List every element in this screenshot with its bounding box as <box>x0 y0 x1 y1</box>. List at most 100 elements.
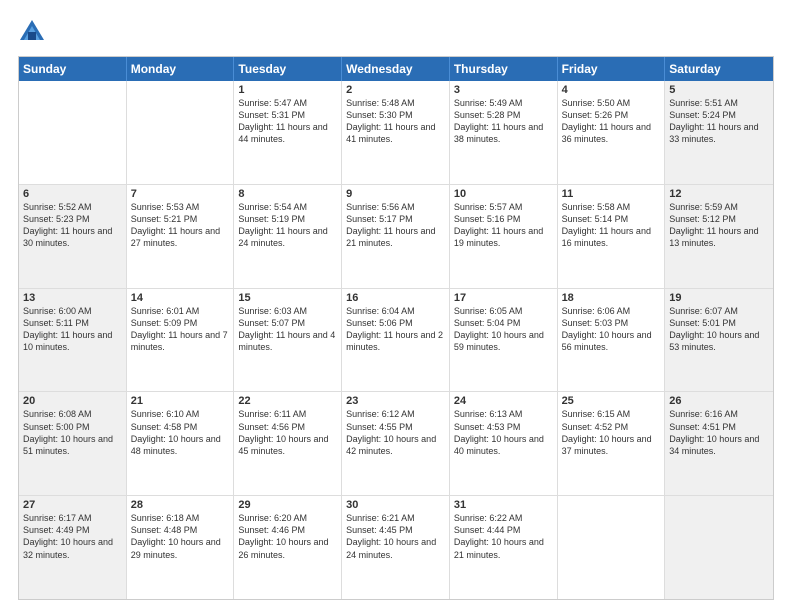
calendar-cell: 27Sunrise: 6:17 AMSunset: 4:49 PMDayligh… <box>19 496 127 599</box>
cell-info: Sunrise: 5:48 AMSunset: 5:30 PMDaylight:… <box>346 97 445 146</box>
day-number: 3 <box>454 84 553 96</box>
day-number: 16 <box>346 292 445 304</box>
calendar-row: 6Sunrise: 5:52 AMSunset: 5:23 PMDaylight… <box>19 184 773 288</box>
logo-icon <box>18 18 46 46</box>
day-number: 19 <box>669 292 769 304</box>
header <box>18 18 774 46</box>
cell-info: Sunrise: 6:08 AMSunset: 5:00 PMDaylight:… <box>23 408 122 457</box>
calendar-cell: 17Sunrise: 6:05 AMSunset: 5:04 PMDayligh… <box>450 289 558 392</box>
calendar-cell: 29Sunrise: 6:20 AMSunset: 4:46 PMDayligh… <box>234 496 342 599</box>
calendar-cell: 8Sunrise: 5:54 AMSunset: 5:19 PMDaylight… <box>234 185 342 288</box>
calendar-cell: 23Sunrise: 6:12 AMSunset: 4:55 PMDayligh… <box>342 392 450 495</box>
calendar-cell: 9Sunrise: 5:56 AMSunset: 5:17 PMDaylight… <box>342 185 450 288</box>
day-number: 28 <box>131 499 230 511</box>
cell-info: Sunrise: 6:22 AMSunset: 4:44 PMDaylight:… <box>454 512 553 561</box>
cell-info: Sunrise: 5:47 AMSunset: 5:31 PMDaylight:… <box>238 97 337 146</box>
header-day-monday: Monday <box>127 57 235 81</box>
calendar-cell: 5Sunrise: 5:51 AMSunset: 5:24 PMDaylight… <box>665 81 773 184</box>
cell-info: Sunrise: 6:11 AMSunset: 4:56 PMDaylight:… <box>238 408 337 457</box>
day-number: 31 <box>454 499 553 511</box>
day-number: 21 <box>131 395 230 407</box>
calendar-cell: 11Sunrise: 5:58 AMSunset: 5:14 PMDayligh… <box>558 185 666 288</box>
cell-info: Sunrise: 6:07 AMSunset: 5:01 PMDaylight:… <box>669 305 769 354</box>
day-number: 17 <box>454 292 553 304</box>
day-number: 24 <box>454 395 553 407</box>
day-number: 25 <box>562 395 661 407</box>
calendar-body: 1Sunrise: 5:47 AMSunset: 5:31 PMDaylight… <box>19 81 773 599</box>
calendar-cell <box>127 81 235 184</box>
calendar-cell: 28Sunrise: 6:18 AMSunset: 4:48 PMDayligh… <box>127 496 235 599</box>
day-number: 2 <box>346 84 445 96</box>
calendar-row: 13Sunrise: 6:00 AMSunset: 5:11 PMDayligh… <box>19 288 773 392</box>
day-number: 30 <box>346 499 445 511</box>
cell-info: Sunrise: 5:54 AMSunset: 5:19 PMDaylight:… <box>238 201 337 250</box>
header-day-sunday: Sunday <box>19 57 127 81</box>
calendar-row: 20Sunrise: 6:08 AMSunset: 5:00 PMDayligh… <box>19 391 773 495</box>
day-number: 11 <box>562 188 661 200</box>
calendar-cell: 30Sunrise: 6:21 AMSunset: 4:45 PMDayligh… <box>342 496 450 599</box>
cell-info: Sunrise: 5:57 AMSunset: 5:16 PMDaylight:… <box>454 201 553 250</box>
cell-info: Sunrise: 6:04 AMSunset: 5:06 PMDaylight:… <box>346 305 445 354</box>
calendar-row: 1Sunrise: 5:47 AMSunset: 5:31 PMDaylight… <box>19 81 773 184</box>
calendar: SundayMondayTuesdayWednesdayThursdayFrid… <box>18 56 774 600</box>
day-number: 27 <box>23 499 122 511</box>
cell-info: Sunrise: 6:18 AMSunset: 4:48 PMDaylight:… <box>131 512 230 561</box>
calendar-cell: 14Sunrise: 6:01 AMSunset: 5:09 PMDayligh… <box>127 289 235 392</box>
calendar-cell: 21Sunrise: 6:10 AMSunset: 4:58 PMDayligh… <box>127 392 235 495</box>
cell-info: Sunrise: 6:17 AMSunset: 4:49 PMDaylight:… <box>23 512 122 561</box>
page: SundayMondayTuesdayWednesdayThursdayFrid… <box>0 0 792 612</box>
calendar-cell: 4Sunrise: 5:50 AMSunset: 5:26 PMDaylight… <box>558 81 666 184</box>
header-day-saturday: Saturday <box>665 57 773 81</box>
calendar-cell: 31Sunrise: 6:22 AMSunset: 4:44 PMDayligh… <box>450 496 558 599</box>
calendar-cell: 24Sunrise: 6:13 AMSunset: 4:53 PMDayligh… <box>450 392 558 495</box>
cell-info: Sunrise: 5:53 AMSunset: 5:21 PMDaylight:… <box>131 201 230 250</box>
header-day-thursday: Thursday <box>450 57 558 81</box>
calendar-cell: 13Sunrise: 6:00 AMSunset: 5:11 PMDayligh… <box>19 289 127 392</box>
day-number: 5 <box>669 84 769 96</box>
day-number: 4 <box>562 84 661 96</box>
day-number: 7 <box>131 188 230 200</box>
calendar-cell: 19Sunrise: 6:07 AMSunset: 5:01 PMDayligh… <box>665 289 773 392</box>
day-number: 13 <box>23 292 122 304</box>
cell-info: Sunrise: 5:49 AMSunset: 5:28 PMDaylight:… <box>454 97 553 146</box>
logo <box>18 18 48 46</box>
day-number: 12 <box>669 188 769 200</box>
cell-info: Sunrise: 6:13 AMSunset: 4:53 PMDaylight:… <box>454 408 553 457</box>
cell-info: Sunrise: 6:06 AMSunset: 5:03 PMDaylight:… <box>562 305 661 354</box>
day-number: 15 <box>238 292 337 304</box>
day-number: 20 <box>23 395 122 407</box>
cell-info: Sunrise: 6:21 AMSunset: 4:45 PMDaylight:… <box>346 512 445 561</box>
day-number: 9 <box>346 188 445 200</box>
calendar-cell: 3Sunrise: 5:49 AMSunset: 5:28 PMDaylight… <box>450 81 558 184</box>
calendar-cell: 2Sunrise: 5:48 AMSunset: 5:30 PMDaylight… <box>342 81 450 184</box>
cell-info: Sunrise: 5:50 AMSunset: 5:26 PMDaylight:… <box>562 97 661 146</box>
calendar-cell: 18Sunrise: 6:06 AMSunset: 5:03 PMDayligh… <box>558 289 666 392</box>
calendar-cell: 15Sunrise: 6:03 AMSunset: 5:07 PMDayligh… <box>234 289 342 392</box>
day-number: 18 <box>562 292 661 304</box>
calendar-cell <box>665 496 773 599</box>
day-number: 1 <box>238 84 337 96</box>
cell-info: Sunrise: 6:12 AMSunset: 4:55 PMDaylight:… <box>346 408 445 457</box>
day-number: 23 <box>346 395 445 407</box>
day-number: 29 <box>238 499 337 511</box>
calendar-cell: 16Sunrise: 6:04 AMSunset: 5:06 PMDayligh… <box>342 289 450 392</box>
cell-info: Sunrise: 6:05 AMSunset: 5:04 PMDaylight:… <box>454 305 553 354</box>
cell-info: Sunrise: 5:58 AMSunset: 5:14 PMDaylight:… <box>562 201 661 250</box>
cell-info: Sunrise: 6:20 AMSunset: 4:46 PMDaylight:… <box>238 512 337 561</box>
calendar-cell: 20Sunrise: 6:08 AMSunset: 5:00 PMDayligh… <box>19 392 127 495</box>
day-number: 26 <box>669 395 769 407</box>
cell-info: Sunrise: 6:00 AMSunset: 5:11 PMDaylight:… <box>23 305 122 354</box>
calendar-cell: 10Sunrise: 5:57 AMSunset: 5:16 PMDayligh… <box>450 185 558 288</box>
day-number: 22 <box>238 395 337 407</box>
cell-info: Sunrise: 6:16 AMSunset: 4:51 PMDaylight:… <box>669 408 769 457</box>
day-number: 8 <box>238 188 337 200</box>
cell-info: Sunrise: 6:15 AMSunset: 4:52 PMDaylight:… <box>562 408 661 457</box>
day-number: 14 <box>131 292 230 304</box>
cell-info: Sunrise: 6:03 AMSunset: 5:07 PMDaylight:… <box>238 305 337 354</box>
cell-info: Sunrise: 6:10 AMSunset: 4:58 PMDaylight:… <box>131 408 230 457</box>
calendar-cell: 6Sunrise: 5:52 AMSunset: 5:23 PMDaylight… <box>19 185 127 288</box>
cell-info: Sunrise: 5:52 AMSunset: 5:23 PMDaylight:… <box>23 201 122 250</box>
calendar-cell: 25Sunrise: 6:15 AMSunset: 4:52 PMDayligh… <box>558 392 666 495</box>
cell-info: Sunrise: 5:51 AMSunset: 5:24 PMDaylight:… <box>669 97 769 146</box>
cell-info: Sunrise: 6:01 AMSunset: 5:09 PMDaylight:… <box>131 305 230 354</box>
